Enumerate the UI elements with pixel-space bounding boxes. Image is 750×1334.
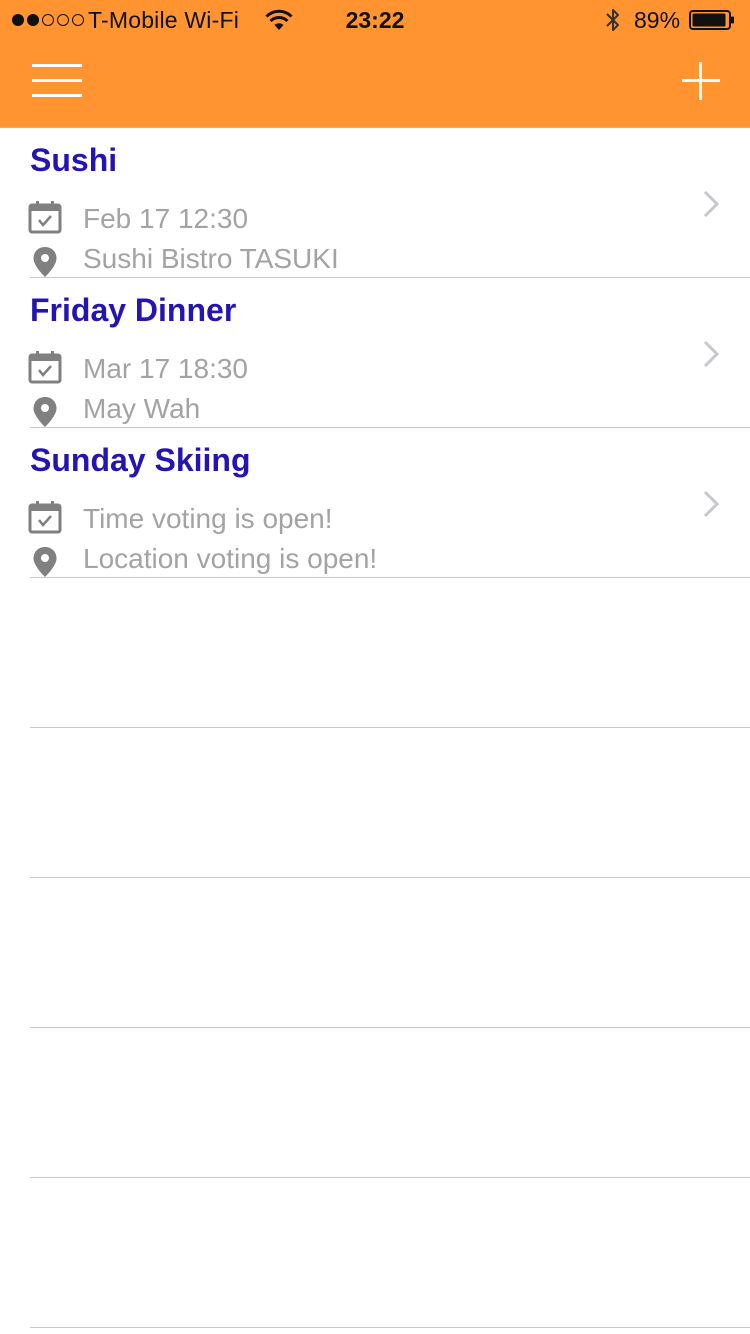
event-time: Feb 17 12:30 — [83, 203, 249, 234]
chevron-right-icon — [703, 490, 720, 518]
event-row[interactable]: Sunday Skiing Time voting is open! Locat… — [0, 428, 750, 578]
location-pin-icon — [33, 247, 57, 277]
battery-percentage: 89% — [634, 7, 681, 33]
empty-row — [0, 1178, 750, 1328]
event-time: Time voting is open! — [83, 503, 333, 534]
battery-icon — [689, 10, 734, 30]
event-row[interactable]: Sushi Feb 17 12:30 Sushi Bistro TASUKI — [0, 128, 750, 278]
location-pin-icon — [33, 547, 57, 577]
empty-row — [0, 878, 750, 1028]
event-location: Location voting is open! — [83, 543, 378, 574]
event-row[interactable]: Friday Dinner Mar 17 18:30 May Wah — [0, 278, 750, 428]
event-title: Friday Dinner — [30, 292, 237, 328]
event-list: Sushi Feb 17 12:30 Sushi Bistro TASUKI F… — [0, 128, 750, 1328]
event-title: Sushi — [30, 142, 118, 178]
chevron-right-icon — [703, 340, 720, 368]
empty-row — [0, 578, 750, 728]
calendar-check-icon — [28, 201, 62, 234]
calendar-check-icon — [28, 351, 62, 384]
hamburger-menu-icon[interactable] — [30, 62, 84, 100]
event-time: Mar 17 18:30 — [83, 353, 248, 384]
event-location: Sushi Bistro TASUKI — [83, 243, 339, 274]
event-title: Sunday Skiing — [30, 442, 251, 478]
bluetooth-icon — [606, 9, 619, 31]
status-bar: T-Mobile Wi-Fi 23:22 89% — [0, 0, 750, 40]
location-pin-icon — [33, 397, 57, 427]
empty-row — [0, 728, 750, 878]
chevron-right-icon — [703, 190, 720, 218]
empty-row — [0, 1028, 750, 1178]
calendar-check-icon — [28, 501, 62, 534]
navigation-bar: T-Mobile Wi-Fi 23:22 89% — [0, 0, 750, 128]
plus-icon[interactable] — [680, 60, 722, 102]
event-location: May Wah — [83, 393, 201, 424]
